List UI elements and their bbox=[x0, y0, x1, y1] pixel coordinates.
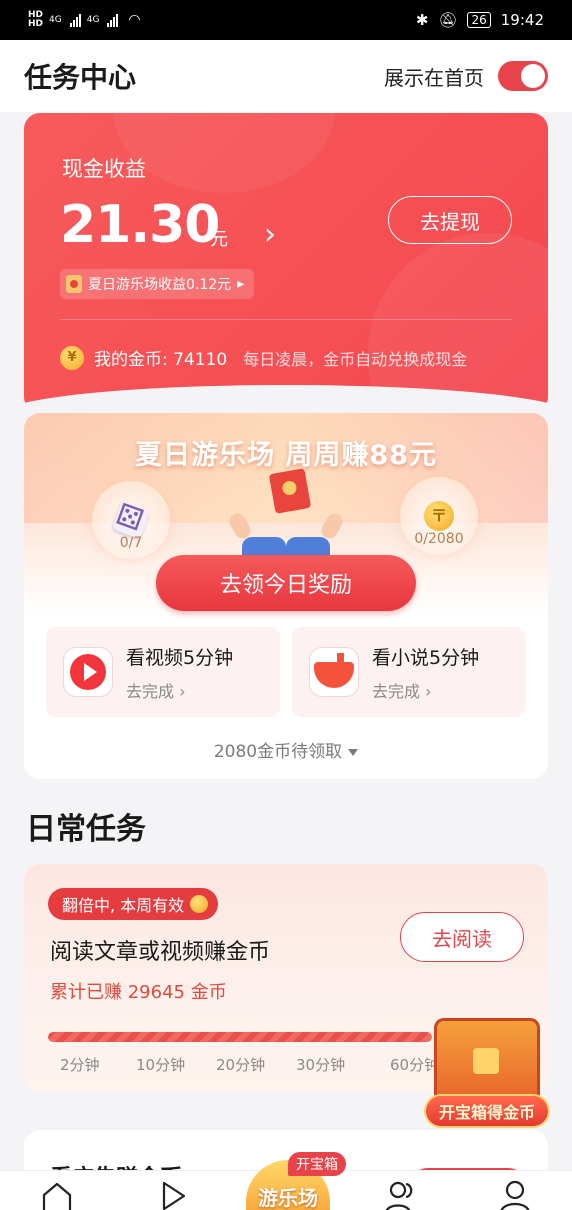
task-texts: 看小说5分钟 去完成 › bbox=[372, 643, 479, 702]
task-title: 看小说5分钟 bbox=[372, 646, 480, 669]
read-novel-task[interactable]: 看小说5分钟 去完成 › bbox=[292, 627, 526, 717]
double-badge: 翻倍中, 本周有效 bbox=[48, 888, 219, 920]
signal-icon bbox=[69, 13, 81, 27]
open-chest-tag: 开宝箱 bbox=[288, 1152, 346, 1176]
task-go-complete: 去完成 › bbox=[126, 681, 186, 701]
red-envelope-icon bbox=[268, 468, 312, 514]
friends-icon bbox=[385, 1181, 413, 1210]
earnings-card: 现金收益 21.30 元 › 去提现 夏日游乐场收益0.12元 ▸ ¥ 我的金币… bbox=[24, 113, 548, 413]
watch-video-task[interactable]: 看视频5分钟 去完成 › bbox=[46, 627, 280, 717]
show-on-home-label: 展示在首页 bbox=[384, 65, 484, 90]
daily-task-total: 累计已赚 29645 金币 bbox=[50, 982, 227, 1003]
task-texts: 看视频5分钟 去完成 › bbox=[126, 643, 233, 702]
coin-icon: ¥ bbox=[60, 345, 84, 370]
cheering-hands-icon bbox=[226, 510, 346, 559]
status-bar: HD HD 4G 4G ◠ ✱ 🔕︎ 26 19:42 bbox=[0, 0, 572, 40]
decor-circle bbox=[368, 233, 548, 413]
divider bbox=[60, 319, 512, 320]
header: 任务中心 展示在首页 bbox=[0, 40, 572, 112]
task-go-complete: 去完成 › bbox=[372, 681, 432, 701]
summer-playground-card: 夏日游乐场 周周赚88元 0/7 〒 0/2080 去领今日奖励 看视频5分钟 … bbox=[24, 413, 548, 779]
coin-icon bbox=[190, 895, 209, 913]
tab-me[interactable] bbox=[498, 1179, 532, 1210]
wifi-icon: ◠ bbox=[128, 12, 141, 28]
dice-count: 0/7 bbox=[119, 535, 143, 551]
status-right: ✱ 🔕︎ 26 19:42 bbox=[416, 11, 544, 29]
treasure-chest[interactable]: 开宝箱得金币 bbox=[426, 1018, 548, 1128]
page-title: 任务中心 bbox=[24, 61, 137, 94]
reading-progress-fill bbox=[48, 1032, 432, 1042]
treasure-chest-label: 开宝箱得金币 bbox=[426, 1096, 548, 1126]
my-coins-text: 我的金币: 74110 bbox=[94, 350, 228, 370]
summer-income-chip[interactable]: 夏日游乐场收益0.12元 ▸ bbox=[60, 269, 255, 299]
tab-home[interactable] bbox=[40, 1179, 74, 1210]
show-on-home: 展示在首页 bbox=[384, 61, 548, 91]
tab-friends[interactable] bbox=[384, 1179, 418, 1210]
tick-label: 30分钟 bbox=[296, 1056, 346, 1074]
signal-icon-2 bbox=[107, 13, 119, 27]
home-icon bbox=[42, 1182, 72, 1210]
daily-tasks-title: 日常任务 bbox=[26, 812, 146, 847]
chip-arrow-icon: ▸ bbox=[237, 276, 245, 292]
profile-icon bbox=[500, 1180, 530, 1210]
tick-label: 20分钟 bbox=[216, 1056, 266, 1074]
cash-unit: 元 bbox=[210, 229, 228, 250]
pending-coins-row[interactable]: 2080金币待领取 bbox=[24, 737, 548, 762]
coin-orb[interactable]: 〒 0/2080 bbox=[400, 477, 478, 555]
tick-label: 10分钟 bbox=[136, 1056, 186, 1074]
dice-orb[interactable]: 0/7 bbox=[92, 481, 170, 559]
summer-income-text: 夏日游乐场收益0.12元 bbox=[88, 277, 232, 293]
chevron-right-icon[interactable]: › bbox=[264, 217, 276, 252]
tab-video[interactable] bbox=[156, 1179, 190, 1210]
hd-labels: HD HD bbox=[28, 11, 43, 29]
novel-app-icon bbox=[310, 648, 358, 696]
toggle-knob bbox=[521, 64, 545, 88]
network-label-1: 4G bbox=[49, 15, 62, 25]
reading-progress-bar bbox=[48, 1032, 432, 1042]
claim-today-reward-button[interactable]: 去领今日奖励 bbox=[156, 555, 416, 611]
cash-income-label: 现金收益 bbox=[62, 157, 146, 181]
caret-down-icon bbox=[348, 748, 359, 756]
video-play-icon bbox=[162, 1181, 186, 1210]
double-badge-text: 翻倍中, 本周有效 bbox=[62, 896, 185, 915]
task-title: 看视频5分钟 bbox=[126, 646, 234, 669]
progress-ticks: 2分钟 10分钟 20分钟 30分钟 60分钟 bbox=[48, 1054, 448, 1074]
signal-group: HD HD 4G 4G ◠ bbox=[28, 11, 141, 29]
coin-count: 0/2080 bbox=[414, 531, 464, 547]
cash-amount[interactable]: 21.30 bbox=[60, 195, 220, 255]
red-envelope-icon bbox=[66, 275, 82, 293]
video-app-icon bbox=[64, 648, 112, 696]
go-read-button[interactable]: 去阅读 bbox=[400, 912, 524, 962]
lock-icon bbox=[473, 1048, 499, 1074]
summer-title: 夏日游乐场 周周赚88元 bbox=[135, 440, 437, 471]
withdraw-button[interactable]: 去提现 bbox=[388, 196, 512, 244]
mute-icon: 🔕︎ bbox=[438, 11, 458, 29]
battery-icon: 26 bbox=[467, 12, 491, 28]
daily-task-title: 阅读文章或视频赚金币 bbox=[50, 940, 271, 965]
playground-label: 游乐场 bbox=[258, 1186, 318, 1210]
gold-coin-icon: 〒 bbox=[424, 501, 454, 531]
my-coins-row: ¥ 我的金币: 74110 每日凌晨，金币自动兑换成现金 bbox=[60, 345, 467, 370]
dice-icon bbox=[111, 500, 151, 540]
tick-label: 2分钟 bbox=[60, 1056, 100, 1074]
network-label-2: 4G bbox=[86, 15, 100, 25]
show-on-home-toggle[interactable] bbox=[498, 61, 548, 91]
decor-circle bbox=[114, 113, 334, 193]
bluetooth-icon: ✱ bbox=[415, 11, 429, 29]
clock: 19:42 bbox=[500, 11, 544, 29]
hd-label-2: HD bbox=[28, 19, 44, 29]
pending-coins-text: 2080金币待领取 bbox=[213, 742, 343, 762]
coins-hint: 每日凌晨，金币自动兑换成现金 bbox=[243, 349, 468, 369]
